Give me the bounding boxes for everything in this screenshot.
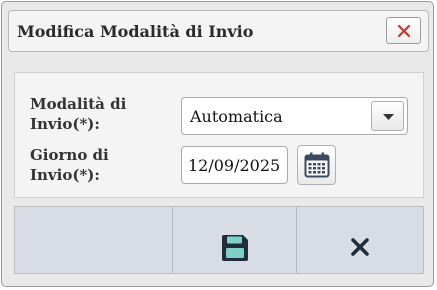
close-x-icon xyxy=(397,24,411,38)
close-button[interactable] xyxy=(386,17,421,44)
action-button-bar xyxy=(14,206,424,274)
delivery-day-label: Giorno di Invio(*): xyxy=(30,146,109,184)
delivery-mode-select[interactable]: Automatica xyxy=(181,97,408,135)
delivery-day-value: 12/09/2025 xyxy=(188,156,281,175)
delivery-mode-label: Modalità di Invio(*): xyxy=(30,95,127,133)
floppy-disk-icon xyxy=(222,235,248,261)
close-x-icon xyxy=(351,238,369,256)
dialog-titlebar: Modifica Modalità di Invio xyxy=(8,10,429,52)
cancel-button[interactable] xyxy=(297,207,423,273)
empty-action-slot xyxy=(15,207,173,273)
edit-delivery-mode-dialog: Modifica Modalità di Invio Modalità di I… xyxy=(1,1,434,287)
dialog-title: Modifica Modalità di Invio xyxy=(17,22,254,41)
save-button[interactable] xyxy=(173,207,297,273)
delivery-mode-selected-value: Automatica xyxy=(190,107,283,126)
form-panel: Modalità di Invio(*): Automatica Giorno … xyxy=(14,72,424,198)
delivery-day-input[interactable]: 12/09/2025 xyxy=(181,146,288,184)
calendar-button[interactable] xyxy=(297,145,336,185)
calendar-icon xyxy=(304,152,330,178)
caret-down-icon xyxy=(383,114,394,120)
delivery-mode-dropdown-button[interactable] xyxy=(371,101,404,131)
